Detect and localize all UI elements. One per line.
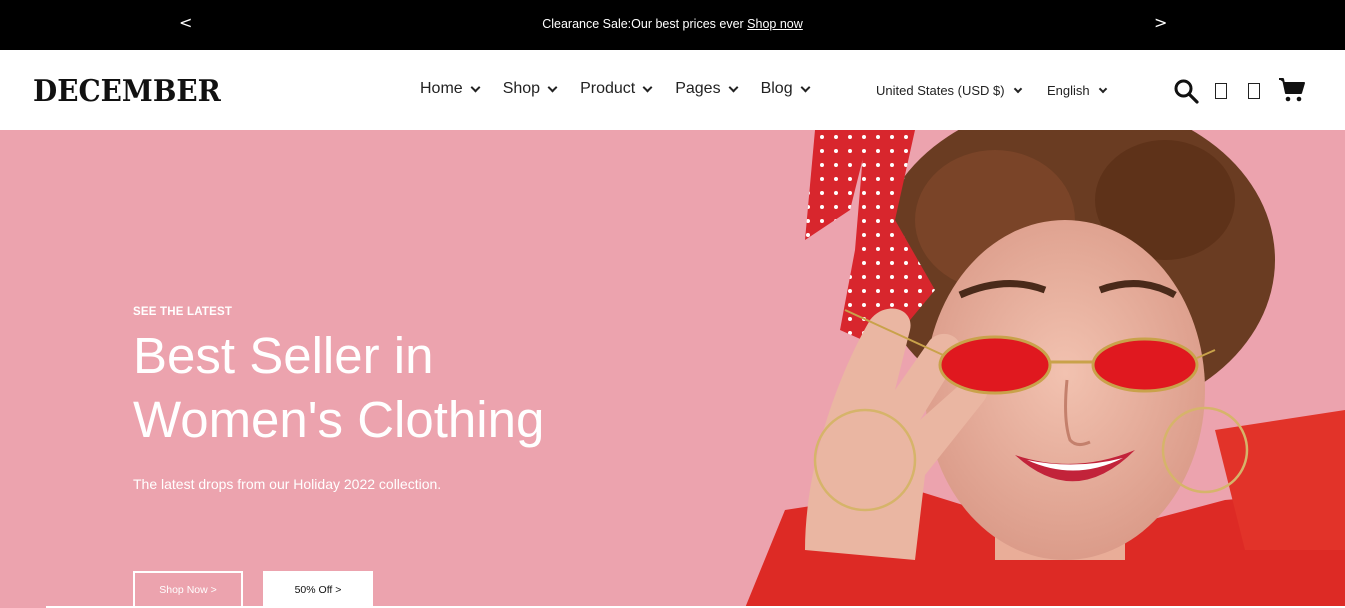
search-icon[interactable]	[1173, 78, 1199, 104]
announcement-text: Clearance Sale:Our best prices ever	[542, 17, 744, 31]
chevron-down-icon	[800, 82, 811, 92]
nav-item-shop[interactable]: Shop	[502, 80, 558, 98]
nav-item-label: Home	[420, 80, 463, 97]
announcement-shop-now-link[interactable]: Shop now	[747, 17, 803, 31]
nav-item-product[interactable]: Product	[580, 80, 653, 98]
nav-item-label: Pages	[675, 80, 721, 97]
hero-title-line2: Women's Clothing	[133, 391, 545, 448]
shop-now-button[interactable]: Shop Now >	[133, 571, 243, 608]
logo[interactable]: DECEMBER	[33, 74, 221, 109]
wishlist-icon[interactable]	[1215, 83, 1227, 99]
cart-icon[interactable]	[1278, 76, 1306, 104]
nav-item-label: Blog	[760, 80, 793, 97]
nav-item-label: Product	[580, 80, 636, 97]
language-selector[interactable]: English	[1047, 83, 1107, 98]
main-nav: Home Shop Product Pages Blog	[420, 80, 833, 98]
nav-item-label: Shop	[502, 80, 541, 97]
discount-button[interactable]: 50% Off >	[263, 571, 373, 608]
compare-icon[interactable]	[1248, 83, 1260, 99]
chevron-down-icon	[1098, 84, 1107, 93]
country-selector[interactable]: United States (USD $)	[876, 83, 1022, 98]
chevron-down-icon	[1013, 84, 1022, 93]
chevron-down-icon	[470, 82, 481, 92]
nav-item-blog[interactable]: Blog	[760, 80, 811, 98]
hero-subtitle: The latest drops from our Holiday 2022 c…	[133, 476, 442, 492]
chevron-down-icon	[642, 82, 653, 92]
hero-title: Best Seller in Women's Clothing	[133, 324, 693, 452]
announcement-message: Clearance Sale:Our best prices ever Shop…	[0, 17, 1345, 31]
chevron-down-icon	[728, 82, 739, 92]
nav-item-pages[interactable]: Pages	[675, 80, 739, 98]
hero-model-image	[745, 130, 1345, 608]
chevron-down-icon	[547, 82, 558, 92]
hero-banner: SEE THE LATEST Best Seller in Women's Cl…	[0, 130, 1345, 608]
announcement-bar: < Clearance Sale:Our best prices ever Sh…	[0, 0, 1345, 50]
announcement-next-button[interactable]: >	[1154, 13, 1167, 32]
hero-title-line1: Best Seller in	[133, 327, 434, 384]
nav-item-home[interactable]: Home	[420, 80, 481, 98]
hero-eyebrow: SEE THE LATEST	[133, 306, 233, 318]
language-label: English	[1047, 83, 1090, 98]
site-header: DECEMBER Home Shop Product Pages Blog Un…	[0, 50, 1345, 130]
country-label: United States (USD $)	[876, 83, 1005, 98]
